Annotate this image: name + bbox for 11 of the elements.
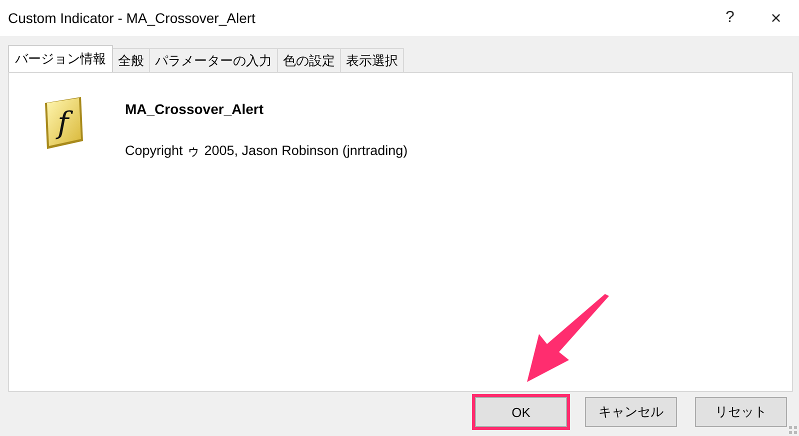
tab[interactable]: 表示選択 [340,48,404,72]
dialog-button[interactable]: OK [475,397,567,427]
help-button[interactable]: ? [707,0,753,36]
close-button[interactable]: × [753,0,799,36]
indicator-name: MA_Crossover_Alert [125,101,264,117]
window-title: Custom Indicator - MA_Crossover_Alert [8,10,256,26]
dialog-button[interactable]: キャンセル [585,397,677,427]
copyright-text: Copyright ゥ 2005, Jason Robinson (jnrtrading) [125,142,408,160]
resize-grip-icon [789,426,797,434]
dialog-button[interactable]: リセット [695,397,787,427]
tab[interactable]: バージョン情報 [8,45,113,72]
